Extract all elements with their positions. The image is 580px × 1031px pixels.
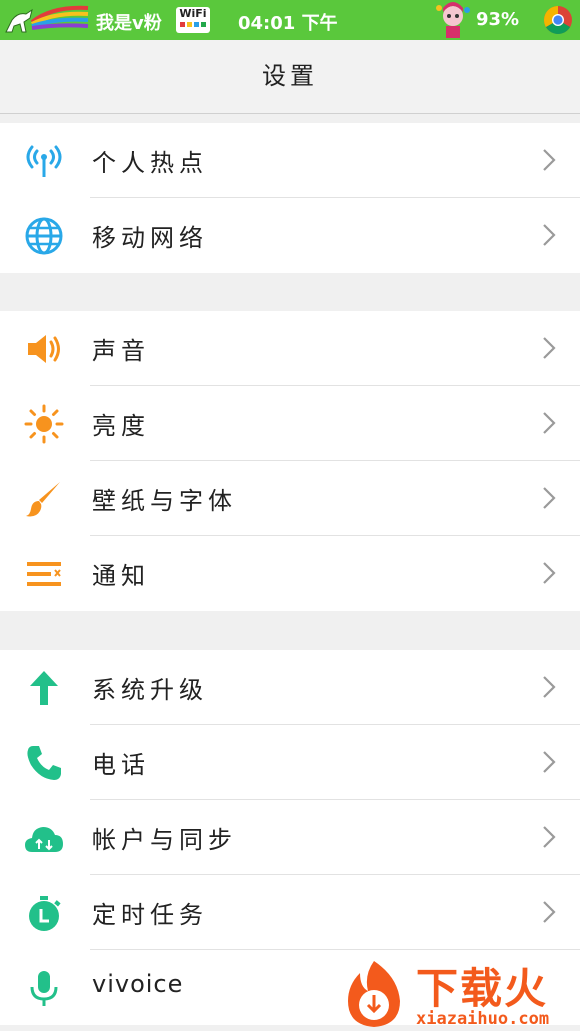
chevron-right-icon <box>543 901 556 923</box>
settings-item-system-update[interactable]: 系统升级 <box>0 650 580 725</box>
paintbrush-icon <box>26 482 60 517</box>
chevron-right-icon <box>543 337 556 359</box>
chevron-right-icon <box>543 487 556 509</box>
chevron-right-icon <box>543 412 556 434</box>
globe-icon <box>25 217 63 255</box>
settings-item-account-sync[interactable]: 帐户与同步 <box>0 800 580 875</box>
wifi-badge-label: WiFi <box>179 7 207 20</box>
settings-item-label: 个人热点 <box>92 149 208 177</box>
watermark-brand: 下载火 <box>416 964 549 1013</box>
settings-item-label: 亮度 <box>92 412 150 440</box>
watermark: 下载火 xiazaihuo.com <box>336 955 580 1031</box>
settings-item-mobile-network[interactable]: 移动网络 <box>0 198 580 273</box>
settings-item-label: 声音 <box>92 337 150 365</box>
watermark-url: xiazaihuo.com <box>416 1009 550 1029</box>
settings-item-notification[interactable]: 通知 <box>0 536 580 611</box>
microphone-icon <box>30 971 58 1006</box>
horse-logo-icon <box>5 5 89 33</box>
arrow-up-icon <box>30 671 58 705</box>
settings-item-label: 电话 <box>92 751 150 779</box>
signal-bars-icon <box>176 22 210 27</box>
chrome-icon[interactable] <box>543 5 573 35</box>
settings-group-network: 个人热点 移动网络 <box>0 123 580 273</box>
cloud-sync-icon <box>25 827 63 852</box>
settings-item-label: 移动网络 <box>92 224 208 252</box>
settings-item-label: 系统升级 <box>92 676 208 704</box>
chevron-right-icon <box>543 224 556 246</box>
settings-item-phone[interactable]: 电话 <box>0 725 580 800</box>
status-bar: 我是v粉 WiFi 04:01 下午 93% <box>0 0 580 40</box>
settings-group-display: 声音 亮度 壁纸与字体 通知 <box>0 311 580 611</box>
wifi-badge: WiFi <box>176 7 210 33</box>
chevron-right-icon <box>543 562 556 584</box>
settings-item-brightness[interactable]: 亮度 <box>0 386 580 461</box>
notification-list-icon <box>27 562 61 586</box>
chevron-right-icon <box>543 826 556 848</box>
settings-item-scheduled-tasks[interactable]: 定时任务 <box>0 875 580 950</box>
speaker-icon <box>28 335 60 363</box>
battery-level: 93% <box>476 9 520 30</box>
chevron-right-icon <box>543 149 556 171</box>
settings-item-label: 壁纸与字体 <box>92 487 237 515</box>
hotspot-icon <box>26 145 62 177</box>
cartoon-doll-icon <box>436 2 470 38</box>
chevron-right-icon <box>543 676 556 698</box>
settings-item-label: 帐户与同步 <box>92 826 237 854</box>
page-title: 设置 <box>262 62 318 90</box>
stopwatch-icon <box>29 896 61 931</box>
phone-icon <box>27 746 61 780</box>
settings-item-wallpaper-font[interactable]: 壁纸与字体 <box>0 461 580 536</box>
sun-icon <box>24 404 64 444</box>
title-bar: 设置 <box>0 40 580 114</box>
settings-item-sound[interactable]: 声音 <box>0 311 580 386</box>
flame-logo-icon <box>348 961 400 1027</box>
settings-item-label: 通知 <box>92 562 150 590</box>
chevron-right-icon <box>543 751 556 773</box>
clock: 04:01 下午 <box>238 13 338 34</box>
settings-item-hotspot[interactable]: 个人热点 <box>0 123 580 198</box>
settings-item-label: 定时任务 <box>92 901 208 929</box>
carrier-name: 我是v粉 <box>96 13 162 34</box>
settings-item-label: vivoice <box>92 970 184 998</box>
